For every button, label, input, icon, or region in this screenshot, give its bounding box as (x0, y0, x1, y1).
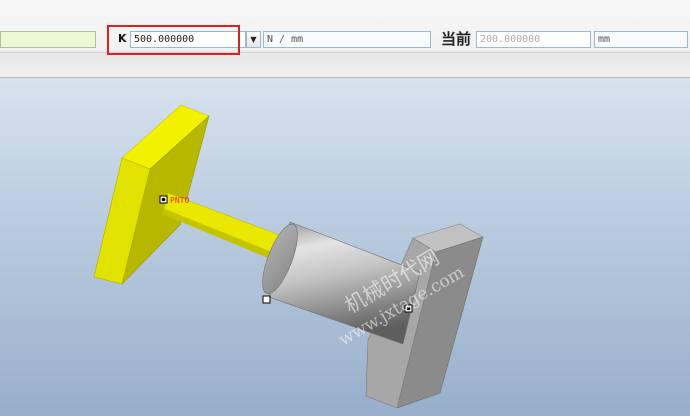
3d-viewport[interactable]: PNT0 机械时代网 www.jxtage.com (0, 78, 690, 416)
toolbar-divider (0, 52, 690, 53)
model-canvas[interactable]: PNT0 机械时代网 www.jxtage.com (0, 78, 690, 416)
dashboard-toolbar: K 500.000000 ▼ N / mm 当前 200.000000 mm (0, 0, 690, 78)
left-input-field[interactable] (0, 31, 96, 48)
current-length-label: 当前 (441, 30, 472, 48)
current-length-unit-field[interactable]: mm (594, 31, 688, 48)
yellow-end-plate[interactable] (93, 104, 210, 285)
current-length-input[interactable]: 200.000000 (476, 31, 591, 48)
point-label-pnt0: PNT0 (170, 196, 189, 205)
point-marker-pnt0[interactable] (159, 195, 168, 204)
stiffness-unit-field[interactable]: N / mm (263, 31, 431, 48)
selection-handle-square[interactable] (262, 295, 271, 304)
annotation-highlight-box (107, 25, 240, 55)
stiffness-dropdown-button[interactable]: ▼ (246, 31, 261, 48)
